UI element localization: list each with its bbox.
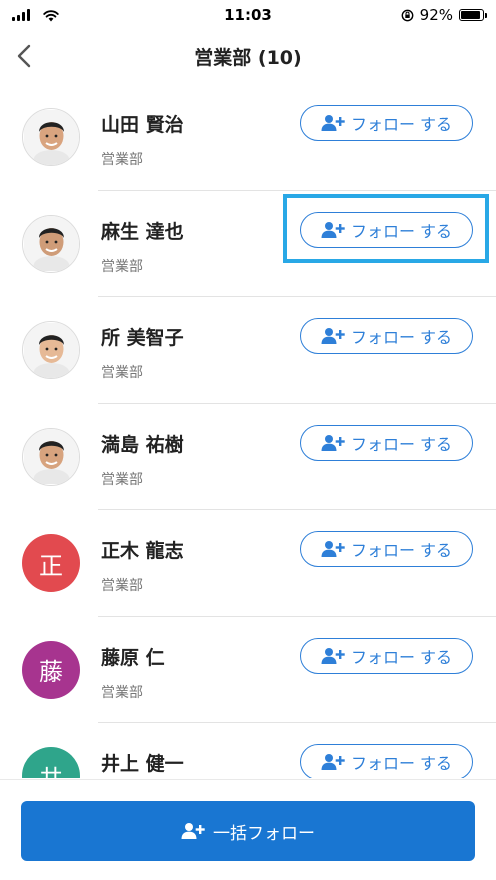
portrait-image: [23, 322, 79, 378]
person-department: 営業部: [101, 152, 143, 168]
status-bar: 11:03 92%: [0, 0, 496, 30]
add-user-icon: [321, 221, 345, 238]
follow-button-label: フォロー する: [350, 434, 453, 454]
person-name[interactable]: 満島 祐樹: [101, 430, 184, 457]
person-department: 営業部: [101, 365, 143, 381]
member-list: 山田 賢治 営業部 フォロー する 麻生 達也 営業部 フォロー する所 美智子 営業部 フォ…: [0, 84, 496, 778]
list-item: 麻生 達也営業部 フォロー する: [22, 191, 496, 297]
orientation-lock-icon: [401, 9, 414, 21]
add-user-icon: [321, 647, 345, 664]
avatar[interactable]: [22, 321, 80, 379]
follow-button[interactable]: フォロー する: [300, 744, 473, 778]
list-item: 正 正木 龍志営業部 フォロー する: [22, 510, 496, 617]
add-user-icon: [321, 754, 345, 770]
add-user-icon: [181, 823, 205, 839]
bottom-bar: 一括フォロー: [0, 779, 496, 880]
bulk-follow-button[interactable]: 一括フォロー: [21, 801, 475, 861]
avatar-initial[interactable]: 藤: [22, 640, 80, 699]
avatar[interactable]: [22, 108, 80, 166]
list-item-content: 山田 賢治営業部 フォロー する: [0, 84, 496, 190]
back-button[interactable]: [6, 38, 42, 74]
list-item-content: 麻生 達也営業部 フォロー する: [0, 191, 496, 297]
cellular-signal-icon: [12, 9, 30, 21]
page-title: 営業部 (10): [194, 46, 302, 69]
follow-button-label: フォロー する: [350, 221, 453, 241]
list-item: 井井上 健一営業部フォロー する: [22, 723, 496, 778]
follow-button[interactable]: フォロー する: [300, 637, 473, 674]
list-item-content: 正 正木 龍志営業部 フォロー する: [0, 510, 496, 616]
list-item-content: 藤 藤原 仁営業部 フォロー する: [0, 617, 496, 723]
portrait-image: [23, 429, 79, 484]
person-department: 営業部: [101, 684, 143, 701]
wifi-icon: [43, 9, 59, 21]
person-name[interactable]: 山田 賢治: [101, 110, 184, 137]
list-item-content: 井井上 健一営業部フォロー する: [0, 723, 496, 778]
follow-button[interactable]: フォロー する: [300, 531, 473, 567]
list-item: 所 美智子営業部 フォロー する: [22, 297, 496, 404]
person-name[interactable]: 所 美智子: [101, 323, 184, 350]
chevron-left-icon: [17, 44, 31, 68]
person-name[interactable]: 藤原 仁: [101, 643, 165, 670]
avatar-initial[interactable]: 正: [22, 534, 80, 592]
status-right: 92%: [401, 6, 487, 24]
avatar-initial-text: 藤: [39, 658, 63, 686]
list-item: 藤 藤原 仁営業部 フォロー する: [22, 617, 496, 723]
person-name[interactable]: 井上 健一: [101, 749, 184, 776]
person-name[interactable]: 正木 龍志: [101, 536, 184, 563]
list-item: 満島 祐樹営業部 フォロー する: [22, 404, 496, 510]
avatar[interactable]: [22, 214, 80, 273]
avatar-initial-text: 井: [39, 759, 63, 779]
follow-button-label: フォロー する: [350, 328, 453, 347]
nav-bar: 営業部 (10): [0, 30, 496, 82]
person-department: 営業部: [101, 471, 143, 488]
status-left: [12, 9, 60, 22]
battery-level: [461, 11, 481, 19]
portrait-image: [23, 109, 79, 165]
follow-button[interactable]: フォロー する: [300, 424, 473, 461]
battery-icon: [459, 9, 487, 21]
follow-button[interactable]: フォロー する: [300, 211, 473, 248]
add-user-icon: [321, 328, 345, 344]
avatar[interactable]: [22, 427, 80, 486]
add-user-icon: [321, 434, 345, 451]
person-department: 営業部: [101, 578, 143, 594]
follow-button-label: フォロー する: [350, 754, 453, 773]
follow-button-label: フォロー する: [350, 541, 453, 560]
follow-button-label: フォロー する: [350, 647, 453, 667]
list-item-content: 所 美智子営業部 フォロー する: [0, 297, 496, 403]
add-user-icon: [321, 115, 345, 131]
screen: 11:03 92% 営業部 (10) 山田 賢治 営業部 フォロー する 麻生 達也営…: [0, 0, 496, 880]
person-name[interactable]: 麻生 達也: [101, 217, 184, 244]
person-department: 営業部: [101, 258, 143, 275]
bulk-follow-label: 一括フォロー: [213, 823, 315, 844]
follow-button-label: フォロー する: [350, 115, 453, 134]
list-item-content: 満島 祐樹営業部 フォロー する: [0, 404, 496, 510]
list-item: 山田 賢治営業部 フォロー する: [22, 84, 496, 191]
add-user-icon: [321, 541, 345, 557]
follow-button[interactable]: フォロー する: [300, 318, 473, 354]
avatar-initial-text: 正: [39, 551, 63, 580]
avatar-initial[interactable]: 井: [22, 747, 80, 778]
battery-percent: 92%: [419, 6, 453, 24]
follow-button[interactable]: フォロー する: [300, 105, 473, 141]
portrait-image: [23, 216, 79, 271]
